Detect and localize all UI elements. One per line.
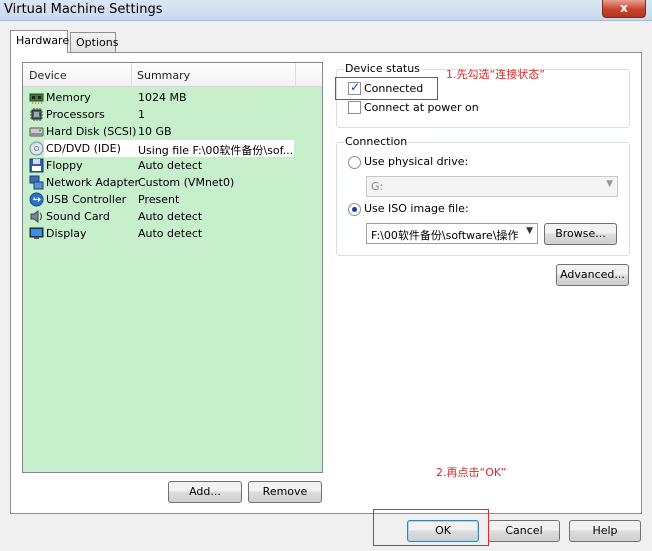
device-name: CD/DVD (IDE)	[46, 142, 121, 155]
cd-dvd-icon	[29, 141, 44, 156]
device-name: Sound Card	[46, 210, 110, 223]
device-name: Hard Disk (SCSI)	[46, 125, 137, 138]
annotation-box-connected	[335, 77, 438, 100]
annotation-step2: 2.再点击“OK”	[436, 466, 507, 479]
annotation-box-ok	[373, 509, 489, 546]
cancel-button[interactable]: Cancel	[488, 520, 560, 542]
sound-card-icon	[30, 210, 42, 223]
device-summary: Present	[138, 193, 180, 206]
browse-button[interactable]: Browse...	[544, 223, 617, 245]
device-summary: Auto detect	[138, 227, 203, 240]
iso-image-path-select[interactable]: F:\00软件备份\software\操作 ▼	[366, 223, 538, 244]
tab-hardware[interactable]: Hardware	[10, 30, 70, 53]
device-row-hard-disk[interactable]: Hard Disk (SCSI) 10 GB	[23, 123, 322, 140]
chevron-down-icon: ▼	[606, 179, 613, 189]
annotation-step1: 1.先勾选“连接状态”	[446, 68, 545, 81]
physical-drive-value: G:	[371, 180, 384, 193]
device-row-processors[interactable]: Processors 1	[23, 106, 322, 123]
device-list-header: Device Summary	[23, 63, 322, 87]
device-list[interactable]: Device Summary Memory 1024 MB Processors…	[22, 62, 323, 473]
close-button[interactable]: x	[602, 0, 646, 18]
column-device[interactable]: Device	[29, 69, 67, 82]
device-summary: Using file F:\00软件备份\sof...	[138, 144, 294, 157]
connect-at-power-on-checkbox[interactable]	[348, 101, 361, 114]
column-summary[interactable]: Summary	[137, 69, 190, 82]
column-divider	[131, 63, 132, 87]
device-name: Network Adapter	[46, 176, 140, 189]
remove-button[interactable]: Remove	[248, 481, 322, 503]
add-button[interactable]: Add...	[168, 481, 242, 503]
device-summary: Custom (VMnet0)	[138, 176, 235, 189]
chevron-down-icon: ▼	[526, 226, 533, 236]
memory-icon	[29, 93, 44, 104]
device-name: Memory	[46, 91, 91, 104]
usb-icon	[29, 192, 44, 207]
device-summary: 1	[138, 108, 145, 121]
device-row-usb-controller[interactable]: USB Controller Present	[23, 191, 322, 208]
device-row-display[interactable]: Display Auto detect	[23, 225, 322, 242]
tab-options-label: Options	[76, 36, 119, 49]
floppy-icon	[29, 158, 44, 173]
iso-image-path-value: F:\00软件备份\software\操作	[371, 229, 519, 242]
device-summary: Auto detect	[138, 210, 203, 223]
advanced-button[interactable]: Advanced...	[556, 264, 629, 286]
device-summary: 10 GB	[138, 125, 172, 138]
hard-disk-icon	[29, 127, 44, 137]
device-name: Processors	[46, 108, 105, 121]
device-row-sound-card[interactable]: Sound Card Auto detect	[23, 208, 322, 225]
device-summary: 1024 MB	[138, 91, 187, 104]
use-iso-image-label[interactable]: Use ISO image file:	[364, 202, 469, 215]
network-adapter-icon	[29, 175, 44, 190]
tab-hardware-label: Hardware	[16, 34, 70, 47]
use-physical-drive-label[interactable]: Use physical drive:	[364, 155, 468, 168]
device-row-cd-dvd[interactable]: CD/DVD (IDE) Using file F:\00软件备份\sof...	[23, 140, 322, 157]
connection-title: Connection	[344, 135, 409, 148]
device-row-network-adapter[interactable]: Network Adapter Custom (VMnet0)	[23, 174, 322, 191]
device-status-title: Device status	[344, 62, 421, 75]
radio-selected-dot	[352, 207, 357, 212]
tab-options[interactable]: Options	[70, 32, 119, 52]
device-row-floppy[interactable]: Floppy Auto detect	[23, 157, 322, 174]
processor-icon	[30, 108, 43, 121]
close-icon: x	[620, 1, 628, 15]
device-name: Floppy	[46, 159, 83, 172]
help-button[interactable]: Help	[569, 520, 641, 542]
device-row-memory[interactable]: Memory 1024 MB	[23, 89, 322, 106]
use-physical-drive-radio[interactable]	[348, 156, 361, 169]
use-iso-image-radio[interactable]	[348, 203, 361, 216]
window-title: Virtual Machine Settings	[4, 2, 163, 17]
device-name: USB Controller	[46, 193, 127, 206]
column-divider	[295, 63, 296, 87]
connect-at-power-on-label[interactable]: Connect at power on	[364, 101, 479, 114]
device-summary: Auto detect	[138, 159, 203, 172]
physical-drive-select[interactable]: G: ▼	[366, 176, 618, 197]
title-bar: Virtual Machine Settings x	[0, 0, 652, 21]
device-name: Display	[46, 227, 87, 240]
display-icon	[29, 227, 44, 239]
